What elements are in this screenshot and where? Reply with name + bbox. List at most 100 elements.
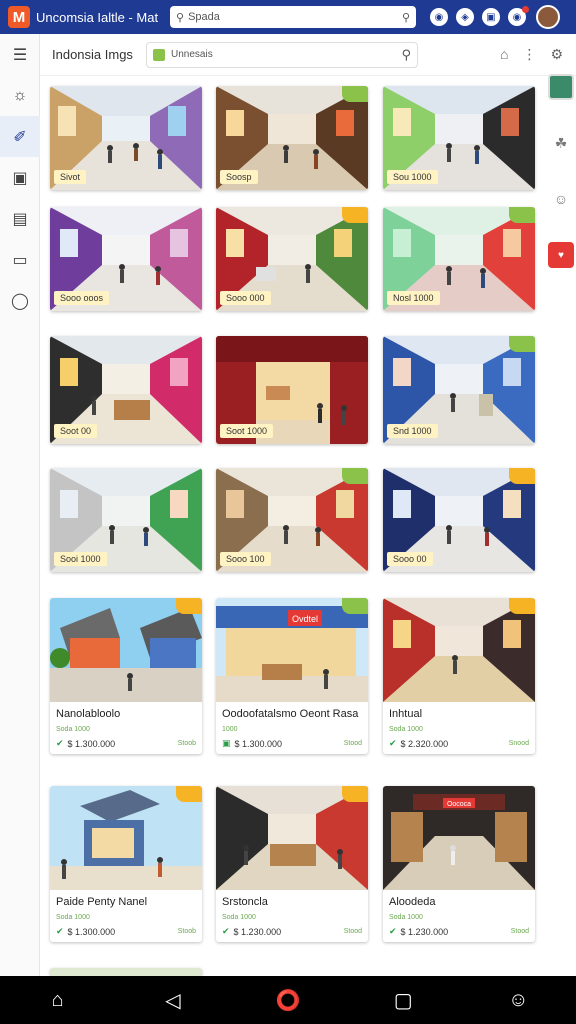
settings-icon[interactable]: ⚙ xyxy=(550,46,563,63)
mall-image[interactable]: Sooo 100 xyxy=(216,468,368,572)
image-tag: Soosp xyxy=(220,170,258,184)
mall-image[interactable]: Sooo ooos xyxy=(50,207,202,311)
sub-header: Indonsia Imgs Unnesais ⚲ ⌂ ⋮ ⚙ xyxy=(40,34,576,76)
card-subtitle: Soda 1000 xyxy=(56,914,90,921)
palette-icon[interactable]: ☘ xyxy=(548,130,574,156)
chat-icon[interactable]: ◯ xyxy=(0,280,40,321)
image-card[interactable]: Paide Penty Nanel Soda 1000 ✔ $ 1.300.00… xyxy=(50,786,202,942)
corner-badge xyxy=(509,598,535,614)
corner-badge xyxy=(509,336,535,352)
mall-image[interactable]: Ovdtel xyxy=(216,598,368,702)
image-tag: Sooo 00 xyxy=(387,552,433,566)
card-subtitle: Soda 1000 xyxy=(222,914,256,921)
card-link[interactable]: Stood xyxy=(344,928,362,935)
corner-badge xyxy=(509,468,535,484)
image-tag: Nosl 1000 xyxy=(387,291,440,305)
search-icon[interactable]: ⚲ xyxy=(401,47,411,63)
card-link[interactable]: Stood xyxy=(344,740,362,747)
image-card[interactable]: Sivot xyxy=(50,86,202,190)
home-icon[interactable]: ⌂ xyxy=(38,989,78,1012)
mall-image[interactable]: Oococa xyxy=(383,786,535,890)
image-card[interactable]: Sou 1000 xyxy=(383,86,535,190)
image-card[interactable]: Nosl 1000 xyxy=(383,207,535,311)
card-link[interactable]: Stood xyxy=(511,928,529,935)
page-title: Indonsia Imgs xyxy=(52,47,133,62)
store-sign: Ovdtel xyxy=(292,614,318,624)
recents-icon[interactable]: ▢ xyxy=(383,988,423,1013)
mall-image[interactable]: Sou 1000 xyxy=(383,86,535,190)
image-card[interactable]: Sooo 100 xyxy=(216,468,368,572)
image-card-partial[interactable] xyxy=(50,968,202,976)
card-title: Paide Penty Nanel xyxy=(56,896,148,908)
image-tag: Sooo 100 xyxy=(220,552,271,566)
image-card[interactable]: Oococa Aloodeda Soda 1000 ✔ $ 1.230.000 … xyxy=(383,786,535,942)
mall-image[interactable]: Sooo 00 xyxy=(383,468,535,572)
notification-badge xyxy=(522,6,529,13)
image-card[interactable]: Sooo ooos xyxy=(50,207,202,311)
image-card[interactable]: Soot 1000 xyxy=(216,336,368,444)
person-icon[interactable]: ☺ xyxy=(548,186,574,212)
app-logo[interactable]: M xyxy=(8,6,30,28)
menu-icon[interactable]: ☰ xyxy=(0,34,40,75)
image-card[interactable]: Ovdtel Oodoofatalsmo Oeont Rasa 1000 ▣ $… xyxy=(216,598,368,754)
image-card[interactable]: Sooo 000 xyxy=(216,207,368,311)
back-icon[interactable]: ◁ xyxy=(153,988,193,1013)
account-icon[interactable]: ☺ xyxy=(498,989,538,1012)
mall-image[interactable] xyxy=(50,598,202,702)
contact-avatar[interactable] xyxy=(548,74,574,100)
card-subtitle: Soda 1000 xyxy=(56,726,90,733)
mall-image[interactable]: Nosl 1000 xyxy=(383,207,535,311)
top-search-box[interactable]: ⚲ ⚲ xyxy=(170,6,416,28)
card-title: Oodoofatalsmo Oeont Rasa xyxy=(222,708,359,720)
image-card[interactable]: Srstoncla Soda 1000 ✔ $ 1.230.000 Stood xyxy=(216,786,368,942)
tablet-icon[interactable]: ▭ xyxy=(0,239,40,280)
top-app-bar: M Uncomsia Ialtle - Mat ⚲ ⚲ ◉ ◈ ▣ ◉ xyxy=(0,0,576,34)
card-link[interactable]: Snood xyxy=(509,740,529,747)
mall-image[interactable]: Sivot xyxy=(50,86,202,190)
mall-image[interactable]: Soot 00 xyxy=(50,336,202,444)
image-card[interactable]: Snd 1000 xyxy=(383,336,535,444)
home-outline-icon[interactable]: ⌂ xyxy=(500,46,508,63)
card-link[interactable]: Stoob xyxy=(178,740,196,747)
mall-image[interactable] xyxy=(50,786,202,890)
cart-icon[interactable]: ♥ xyxy=(548,242,574,268)
more-vert-icon[interactable]: ⋮ xyxy=(522,46,536,63)
document-icon[interactable]: ▤ xyxy=(0,198,40,239)
card-title: Inhtual xyxy=(389,708,423,720)
notification-icon[interactable]: ◉ xyxy=(508,6,529,26)
mall-image[interactable]: Snd 1000 xyxy=(383,336,535,444)
search-icon: ⚲ xyxy=(176,11,185,24)
corner-badge xyxy=(176,598,202,614)
mall-image[interactable]: Sooi 1000 xyxy=(50,468,202,572)
check-icon: ✔ xyxy=(389,926,397,936)
instagram-icon[interactable]: ▣ xyxy=(0,157,40,198)
mall-image[interactable]: Soosp xyxy=(216,86,368,190)
globe-icon[interactable]: ◈ xyxy=(456,8,474,26)
sub-search-box[interactable]: Unnesais ⚲ xyxy=(146,41,418,68)
image-card[interactable]: Inhtual Soda 1000 ✔ $ 2.320.000 Snood xyxy=(383,598,535,754)
user-avatar[interactable] xyxy=(536,5,560,29)
image-card[interactable]: Soot 00 xyxy=(50,336,202,444)
image-card[interactable]: Soosp xyxy=(216,86,368,190)
magnifier-icon[interactable]: ⚲ xyxy=(402,11,410,24)
chrome-icon[interactable]: ◉ xyxy=(430,8,448,26)
image-card[interactable]: Nanolabloolo Soda 1000 ✔ $ 1.300.000 Sto… xyxy=(50,598,202,754)
check-icon: ✔ xyxy=(222,926,230,936)
image-card[interactable]: Sooi 1000 xyxy=(50,468,202,572)
image-card[interactable]: Sooo 00 xyxy=(383,468,535,572)
home-circle-icon[interactable]: ⭕ xyxy=(268,988,308,1013)
corner-badge xyxy=(342,468,368,484)
card-title: Nanolabloolo xyxy=(56,708,121,720)
card-subtitle: Soda 1000 xyxy=(389,914,423,921)
top-search-input[interactable] xyxy=(188,11,402,23)
mall-image[interactable] xyxy=(216,786,368,890)
instagram-icon[interactable]: ▣ xyxy=(482,8,500,26)
corner-badge xyxy=(509,207,535,223)
corner-badge xyxy=(176,786,202,802)
compass-icon[interactable]: ☼ xyxy=(0,75,40,116)
paint-icon[interactable]: ✐ xyxy=(0,116,40,157)
mall-image[interactable]: Soot 1000 xyxy=(216,336,368,444)
mall-image[interactable]: Sooo 000 xyxy=(216,207,368,311)
mall-image[interactable] xyxy=(383,598,535,702)
card-link[interactable]: Stoob xyxy=(178,928,196,935)
